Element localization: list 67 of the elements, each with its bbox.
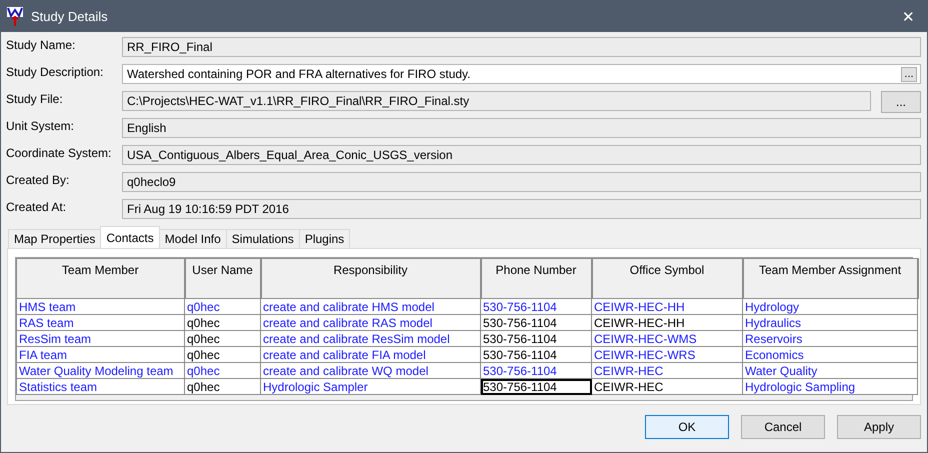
input-field[interactable]: Fri Aug 19 10:16:59 PDT 2016 bbox=[122, 199, 921, 219]
table-cell: create and calibrate WQ model bbox=[260, 362, 480, 378]
field-label: Study File: bbox=[6, 91, 64, 106]
table-cell: CEIWR-HEC-HH bbox=[592, 298, 742, 314]
table-cell: ResSim team bbox=[16, 330, 184, 346]
table-cell: Water Quality bbox=[742, 362, 918, 378]
table-cell: q0hec bbox=[184, 314, 260, 330]
table-cell: CEIWR-HEC bbox=[592, 378, 742, 394]
input-field[interactable]: C:\Projects\HEC-WAT_v1.1\RR_FIRO_Final\RR_FIRO_Final.sty bbox=[122, 91, 871, 111]
table-cell: RAS team bbox=[16, 314, 184, 330]
input-field[interactable]: q0heclo9 bbox=[122, 172, 921, 192]
column-header[interactable]: Office Symbol bbox=[592, 258, 742, 298]
browse-button[interactable]: ... bbox=[881, 91, 921, 113]
table-cell: 530-756-1104 bbox=[480, 298, 592, 314]
app-logo-icon bbox=[7, 6, 23, 26]
column-header[interactable]: Phone Number bbox=[480, 258, 592, 298]
table-cell: create and calibrate RAS model bbox=[260, 314, 480, 330]
table-cell: Economics bbox=[742, 346, 918, 362]
column-header[interactable]: Team Member Assignment bbox=[742, 258, 918, 298]
table-cell: Water Quality Modeling team bbox=[16, 362, 184, 378]
dialog-button[interactable]: Apply bbox=[837, 415, 921, 439]
column-header[interactable]: User Name bbox=[184, 258, 260, 298]
table-cell: CEIWR-HEC bbox=[592, 362, 742, 378]
column-header[interactable]: Responsibility bbox=[260, 258, 480, 298]
table-cell: 530-756-1104 bbox=[480, 378, 592, 394]
table-cell: HMS team bbox=[16, 298, 184, 314]
table-cell: Hydrologic Sampling bbox=[742, 378, 918, 394]
table-cell: create and calibrate HMS model bbox=[260, 298, 480, 314]
table-cell: CEIWR-HEC-WMS bbox=[592, 330, 742, 346]
field-label: Coordinate System: bbox=[6, 145, 112, 160]
table-cell: q0hec bbox=[184, 378, 260, 394]
table-cell: Statistics team bbox=[16, 378, 184, 394]
table-cell: Hydrology bbox=[742, 298, 918, 314]
table-cell: create and calibrate ResSim model bbox=[260, 330, 480, 346]
tab[interactable]: Map Properties bbox=[8, 229, 102, 248]
window-title: Study Details bbox=[31, 9, 109, 24]
table-cell: CEIWR-HEC-WRS bbox=[592, 346, 742, 362]
table-cell: 530-756-1104 bbox=[480, 314, 592, 330]
browse-button[interactable]: ... bbox=[901, 66, 917, 82]
column-header[interactable]: Team Member bbox=[16, 258, 184, 298]
dialog-button[interactable]: OK bbox=[645, 415, 729, 439]
input-field[interactable]: RR_FIRO_Final bbox=[122, 37, 921, 57]
field-label: Study Description: bbox=[6, 64, 104, 79]
field-label: Study Name: bbox=[6, 37, 76, 52]
table-cell: 530-756-1104 bbox=[480, 362, 592, 378]
table-cell: q0hec bbox=[184, 346, 260, 362]
table-cell: q0hec bbox=[184, 298, 260, 314]
table-cell: q0hec bbox=[184, 362, 260, 378]
input-field[interactable]: English bbox=[122, 118, 921, 138]
table-cell: Hydrologic Sampler bbox=[260, 378, 480, 394]
table-cell: Hydraulics bbox=[742, 314, 918, 330]
table-cell: CEIWR-HEC-HH bbox=[592, 314, 742, 330]
table-cell: 530-756-1104 bbox=[480, 330, 592, 346]
table-cell: 530-756-1104 bbox=[480, 346, 592, 362]
field-label: Created By: bbox=[6, 172, 70, 187]
dialog-button[interactable]: Cancel bbox=[741, 415, 825, 439]
input-field[interactable]: Watershed containing POR and FRA alternatives for FIRO study. ... bbox=[122, 64, 921, 84]
table-cell: q0hec bbox=[184, 330, 260, 346]
input-field[interactable]: USA_Contiguous_Albers_Equal_Area_Conic_USGS_version bbox=[122, 145, 921, 165]
table-cell: create and calibrate FIA model bbox=[260, 346, 480, 362]
tab[interactable]: Contacts bbox=[100, 226, 160, 248]
table-cell: FIA team bbox=[16, 346, 184, 362]
close-icon[interactable]: ✕ bbox=[896, 8, 921, 26]
tab[interactable]: Plugins bbox=[298, 229, 350, 248]
field-label: Created At: bbox=[6, 199, 68, 214]
field-label: Unit System: bbox=[6, 118, 76, 133]
table-cell: Reservoirs bbox=[742, 330, 918, 346]
